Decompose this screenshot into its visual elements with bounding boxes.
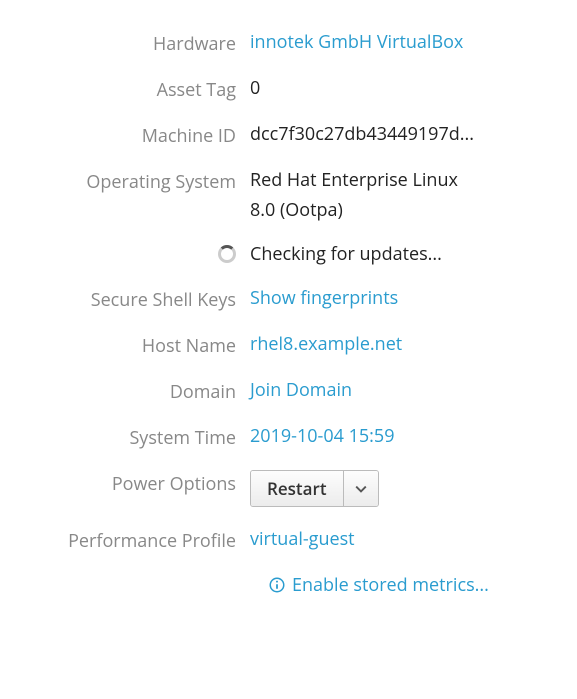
- power-dropdown-button[interactable]: [344, 471, 378, 506]
- asset-tag-label: Asset Tag: [20, 76, 250, 102]
- system-time-label: System Time: [20, 424, 250, 450]
- hardware-link[interactable]: innotek GmbH VirtualBox: [250, 30, 557, 54]
- chevron-down-icon: [355, 483, 367, 495]
- os-line1: Red Hat Enterprise Linux: [250, 168, 557, 192]
- update-status: Checking for updates...: [250, 242, 557, 266]
- system-time-link[interactable]: 2019-10-04 15:59: [250, 424, 557, 448]
- asset-tag-value: 0: [250, 76, 557, 100]
- os-value: Red Hat Enterprise Linux 8.0 (Ootpa): [250, 168, 557, 222]
- hostname-label: Host Name: [20, 332, 250, 358]
- join-domain-link[interactable]: Join Domain: [250, 378, 557, 402]
- power-options-label: Power Options: [20, 470, 250, 496]
- machine-id-label: Machine ID: [20, 122, 250, 148]
- ssh-show-fingerprints-link[interactable]: Show fingerprints: [250, 286, 557, 310]
- hostname-link[interactable]: rhel8.example.net: [250, 332, 557, 356]
- enable-stored-metrics-link[interactable]: Enable stored metrics...: [268, 573, 489, 597]
- hardware-label: Hardware: [20, 30, 250, 56]
- enable-stored-metrics-text: Enable stored metrics...: [292, 573, 489, 597]
- perf-profile-link[interactable]: virtual-guest: [250, 527, 557, 551]
- machine-id-value: dcc7f30c27db43449197d...: [250, 122, 557, 146]
- os-line2: 8.0 (Ootpa): [250, 198, 557, 222]
- ssh-keys-label: Secure Shell Keys: [20, 286, 250, 312]
- domain-label: Domain: [20, 378, 250, 404]
- info-icon: [268, 576, 286, 594]
- power-button-group: Restart: [250, 470, 379, 507]
- spinner-icon: [218, 245, 236, 263]
- os-label: Operating System: [20, 168, 250, 194]
- perf-profile-label: Performance Profile: [20, 527, 250, 553]
- restart-button[interactable]: Restart: [251, 471, 344, 506]
